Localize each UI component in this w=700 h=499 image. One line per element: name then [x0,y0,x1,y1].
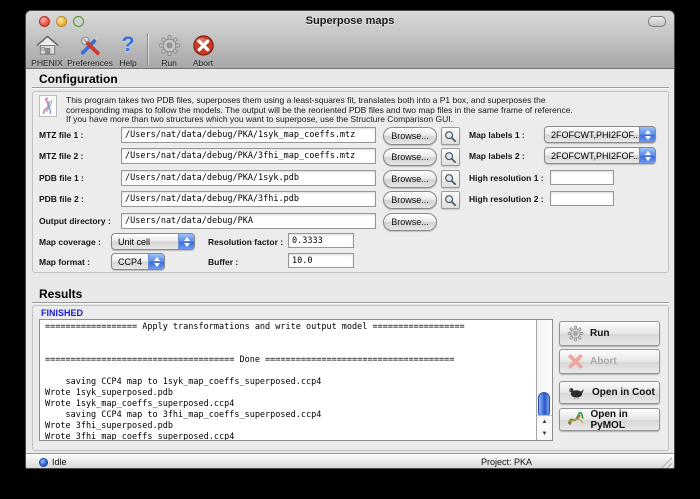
results-divider [32,302,669,303]
toolbar-run-label: Run [161,58,177,68]
coot-bird-icon [567,386,586,400]
scroll-down-arrow-icon[interactable]: ▼ [542,431,548,437]
output-directory-input[interactable] [121,213,376,229]
console-text: ================== Apply transformations… [40,320,552,441]
map-labels-1-label: Map labels 1 : [469,130,525,140]
magnifier-icon [444,151,457,164]
toolbar-separator [147,33,148,65]
abort-icon [192,33,215,57]
title-bar[interactable]: Superpose maps [26,11,674,30]
resolution-factor-label: Resolution factor : [208,237,283,247]
mtz-file-1-browse-button[interactable]: Browse... [383,127,437,145]
open-in-pymol-button[interactable]: Open in PyMOL [559,408,660,431]
window-chrome: Superpose maps PHENIX [26,11,674,69]
toolbar-preferences-button[interactable]: Preferences [66,30,114,68]
screen: Superpose maps PHENIX [0,0,700,499]
run-button[interactable]: Run [559,321,660,346]
home-icon [35,33,60,57]
help-icon: ? [122,33,135,57]
mtz-file-2-browse-button[interactable]: Browse... [383,148,437,166]
popup-arrows-icon [148,254,164,269]
gear-icon [158,33,181,57]
toolbar-help-button[interactable]: ? Help [114,30,142,68]
buffer-label: Buffer : [208,257,238,267]
toolbar: PHENIX Preferences ? [26,30,674,68]
program-description: This program takes two PDB files, superp… [66,96,573,125]
status-state: Idle [52,457,67,467]
pymol-ribbon-icon [567,412,584,427]
pdb-file-2-inspect-button[interactable] [441,191,460,209]
map-labels-2-popup[interactable]: 2FOFCWT,PHI2FOF... [544,147,656,164]
buffer-input[interactable] [288,253,354,268]
idle-indicator-icon [39,458,48,467]
high-resolution-1-label: High resolution 1 : [469,173,544,183]
gear-icon [567,325,584,342]
map-coverage-label: Map coverage : [39,237,101,247]
high-resolution-2-input[interactable] [550,191,614,206]
ribbon-thumbnail-icon [39,95,57,117]
map-format-value: CCP4 [118,257,142,267]
abort-button-label: Abort [590,356,617,367]
results-header: Results [39,287,82,301]
mtz-file-2-input[interactable] [121,148,376,164]
pdb-file-2-browse-button[interactable]: Browse... [383,191,437,209]
pdb-file-2-label: PDB file 2 : [39,194,84,204]
map-coverage-popup[interactable]: Unit cell [111,233,195,250]
map-format-label: Map format : [39,257,90,267]
console-log[interactable]: ================== Apply transformations… [39,319,553,441]
console-scrollbar[interactable]: ▲ ▼ [536,320,552,440]
toolbar-help-label: Help [119,58,136,68]
mtz-file-1-label: MTZ file 1 : [39,130,83,140]
high-resolution-2-label: High resolution 2 : [469,194,544,204]
configuration-header: Configuration [39,72,118,86]
map-labels-1-popup[interactable]: 2FOFCWT,PHI2FOF... [544,126,656,143]
output-directory-browse-button[interactable]: Browse... [383,213,437,231]
magnifier-icon [444,173,457,186]
pdb-file-1-input[interactable] [121,170,376,186]
mtz-file-2-inspect-button[interactable] [441,148,460,166]
tools-icon [78,33,102,57]
pdb-file-1-browse-button[interactable]: Browse... [383,170,437,188]
configuration-divider [32,87,669,88]
toolbar-abort-button[interactable]: Abort [185,30,221,68]
project-label: Project: PKA [481,457,532,467]
pdb-file-1-inspect-button[interactable] [441,170,460,188]
open-in-coot-button[interactable]: Open in Coot [559,381,660,404]
high-resolution-1-input[interactable] [550,170,614,185]
toolbar-preferences-label: Preferences [67,58,113,68]
toolbar-abort-label: Abort [193,58,213,68]
scroll-up-arrow-icon[interactable]: ▲ [542,419,548,425]
popup-arrows-icon [639,148,655,163]
pdb-file-2-input[interactable] [121,191,376,207]
map-labels-2-label: Map labels 2 : [469,151,525,161]
output-directory-label: Output directory : [39,216,111,226]
magnifier-icon [444,130,457,143]
toolbar-run-button[interactable]: Run [153,30,185,68]
resize-grip[interactable] [659,456,672,469]
pdb-file-1-label: PDB file 1 : [39,173,84,183]
mtz-file-2-label: MTZ file 2 : [39,151,83,161]
resolution-factor-input[interactable] [288,233,354,248]
popup-arrows-icon [178,234,194,249]
status-bar: Idle Project: PKA [26,453,674,469]
mtz-file-1-inspect-button[interactable] [441,127,460,145]
magnifier-icon [444,194,457,207]
popup-arrows-icon [639,127,655,142]
map-labels-1-value: 2FOFCWT,PHI2FOF... [551,130,641,140]
coot-button-label: Open in Coot [592,387,655,398]
run-button-label: Run [590,328,609,339]
map-format-popup[interactable]: CCP4 [111,253,165,270]
app-window: Superpose maps PHENIX [25,10,675,469]
map-labels-2-value: 2FOFCWT,PHI2FOF... [551,151,641,161]
status-badge: FINISHED [41,308,83,318]
abort-button[interactable]: Abort [559,349,660,374]
toolbar-toggle-button[interactable] [648,16,666,27]
toolbar-phenix-label: PHENIX [31,58,63,68]
pymol-button-label: Open in PyMOL [590,409,659,431]
toolbar-phenix-button[interactable]: PHENIX [28,30,66,68]
abort-x-icon [567,353,584,370]
map-coverage-value: Unit cell [118,237,150,247]
mtz-file-1-input[interactable] [121,127,376,143]
window-title: Superpose maps [26,15,674,27]
